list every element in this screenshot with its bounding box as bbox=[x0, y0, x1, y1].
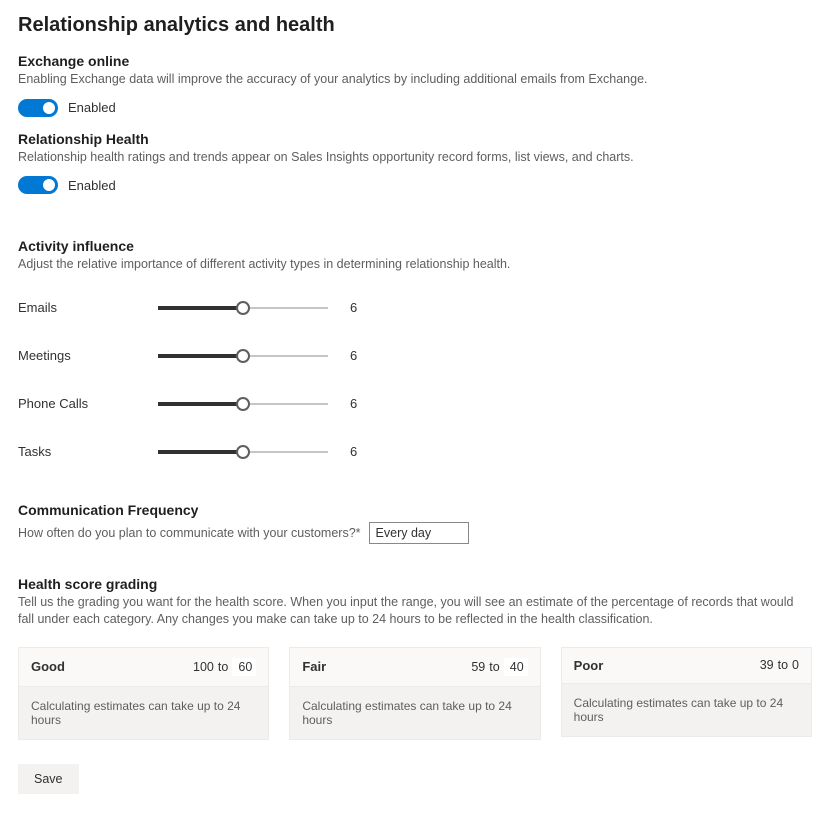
grade-name: Fair bbox=[302, 659, 326, 674]
grade-estimate: Calculating estimates can take up to 24 … bbox=[289, 686, 540, 740]
slider-row: Meetings 6 bbox=[18, 332, 812, 380]
grade-estimate: Calculating estimates can take up to 24 … bbox=[18, 686, 269, 740]
slider-row: Phone Calls 6 bbox=[18, 380, 812, 428]
health-grading-desc: Tell us the grading you want for the hea… bbox=[18, 594, 812, 629]
slider-thumb[interactable] bbox=[236, 349, 250, 363]
relationship-health-heading: Relationship Health bbox=[18, 131, 812, 147]
relationship-health-toggle-label: Enabled bbox=[68, 178, 116, 193]
grade-from: 100 bbox=[193, 660, 214, 674]
save-button[interactable]: Save bbox=[18, 764, 79, 794]
slider-row: Emails 6 bbox=[18, 284, 812, 332]
grade-header: Good 100 to 60 bbox=[18, 647, 269, 686]
grade-to: 0 bbox=[792, 658, 799, 672]
communication-frequency-select[interactable]: Every day bbox=[369, 522, 469, 544]
communication-frequency-label: How often do you plan to communicate wit… bbox=[18, 526, 361, 540]
grade-range: 39 to 0 bbox=[760, 658, 799, 672]
slider-value: 6 bbox=[350, 300, 357, 315]
relationship-health-toggle[interactable] bbox=[18, 176, 58, 194]
grade-name: Good bbox=[31, 659, 65, 674]
slider-track[interactable] bbox=[158, 397, 328, 411]
slider-track[interactable] bbox=[158, 445, 328, 459]
grade-card: Fair 59 to 40 Calculating estimates can ta… bbox=[289, 647, 540, 740]
slider-thumb[interactable] bbox=[236, 397, 250, 411]
page-title: Relationship analytics and health bbox=[18, 14, 812, 37]
slider-label: Meetings bbox=[18, 348, 158, 363]
communication-frequency-heading: Communication Frequency bbox=[18, 502, 812, 518]
slider-thumb[interactable] bbox=[236, 301, 250, 315]
grade-card: Good 100 to 60 Calculating estimates can t… bbox=[18, 647, 269, 740]
grade-to[interactable]: 60 bbox=[232, 658, 256, 676]
grade-to-word: to bbox=[218, 660, 228, 674]
grade-header: Fair 59 to 40 bbox=[289, 647, 540, 686]
activity-influence-desc: Adjust the relative importance of differ… bbox=[18, 256, 812, 274]
grade-to-word: to bbox=[489, 660, 499, 674]
grade-range: 100 to 60 bbox=[193, 658, 256, 676]
exchange-toggle-label: Enabled bbox=[68, 100, 116, 115]
grade-estimate: Calculating estimates can take up to 24 … bbox=[561, 683, 812, 737]
slider-track[interactable] bbox=[158, 349, 328, 363]
slider-value: 6 bbox=[350, 396, 357, 411]
exchange-heading: Exchange online bbox=[18, 53, 812, 69]
grade-header: Poor 39 to 0 bbox=[561, 647, 812, 683]
relationship-health-desc: Relationship health ratings and trends a… bbox=[18, 149, 812, 167]
slider-label: Emails bbox=[18, 300, 158, 315]
health-grading-heading: Health score grading bbox=[18, 576, 812, 592]
activity-influence-heading: Activity influence bbox=[18, 238, 812, 254]
slider-value: 6 bbox=[350, 444, 357, 459]
exchange-toggle[interactable] bbox=[18, 99, 58, 117]
grade-name: Poor bbox=[574, 658, 604, 673]
grade-to-word: to bbox=[778, 658, 788, 672]
slider-track[interactable] bbox=[158, 301, 328, 315]
grade-from: 59 bbox=[471, 660, 485, 674]
grade-card: Poor 39 to 0 Calculating estimates can tak… bbox=[561, 647, 812, 740]
exchange-desc: Enabling Exchange data will improve the … bbox=[18, 71, 812, 89]
slider-row: Tasks 6 bbox=[18, 428, 812, 476]
slider-thumb[interactable] bbox=[236, 445, 250, 459]
grade-to[interactable]: 40 bbox=[504, 658, 528, 676]
grade-from: 39 bbox=[760, 658, 774, 672]
slider-label: Tasks bbox=[18, 444, 158, 459]
grade-range: 59 to 40 bbox=[471, 658, 527, 676]
slider-label: Phone Calls bbox=[18, 396, 158, 411]
slider-value: 6 bbox=[350, 348, 357, 363]
